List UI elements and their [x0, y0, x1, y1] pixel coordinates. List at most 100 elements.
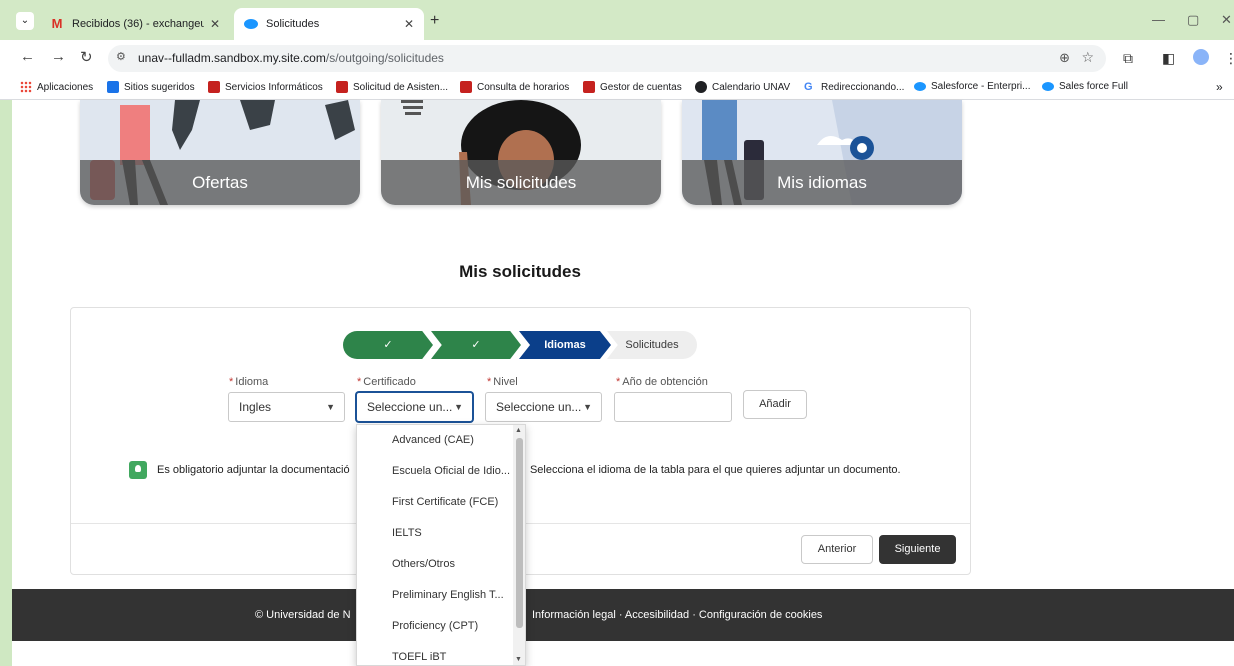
step-solicitudes[interactable]: Solicitudes: [607, 331, 697, 359]
browser-tab-gmail[interactable]: M Recibidos (36) - exchangeunav ✕: [40, 8, 230, 40]
idioma-select[interactable]: Ingles ▼: [228, 392, 345, 422]
bookmark-gestor[interactable]: Gestor de cuentas: [583, 81, 682, 93]
bookmark-label: Calendario UNAV: [712, 81, 791, 93]
card-mis-idiomas[interactable]: Mis idiomas: [682, 100, 962, 205]
bookmarks-bar: Aplicaciones Sitios sugeridos Servicios …: [0, 76, 1234, 100]
label-text: Certificado: [363, 376, 416, 388]
maximize-icon[interactable]: ▢: [1187, 12, 1199, 28]
zoom-icon[interactable]: ⊕: [1059, 50, 1070, 66]
anio-label: * Año de obtención: [616, 376, 708, 388]
dropdown-option[interactable]: Preliminary English T...: [357, 580, 513, 611]
minimize-icon[interactable]: —: [1152, 12, 1165, 27]
side-panel-icon[interactable]: ◧: [1162, 50, 1175, 67]
dropdown-option[interactable]: Escuela Oficial de Idio...: [357, 456, 513, 487]
bookmark-label: Solicitud de Asisten...: [353, 81, 449, 93]
idioma-label: * Idioma: [229, 376, 269, 388]
tab-search-dropdown-icon[interactable]: ⌄: [16, 12, 34, 30]
salesforce-icon: [914, 82, 926, 91]
browser-tab-solicitudes[interactable]: Solicitudes ✕: [234, 8, 424, 40]
profile-avatar[interactable]: [1193, 49, 1209, 65]
card-ofertas[interactable]: Ofertas: [80, 100, 360, 205]
bookmark-servicios[interactable]: Servicios Informáticos: [208, 81, 323, 93]
bookmark-label: Gestor de cuentas: [600, 81, 682, 93]
github-icon: [695, 81, 707, 93]
back-icon[interactable]: ←: [20, 48, 35, 65]
select-placeholder: Seleccione un...: [496, 400, 582, 414]
bookmark-calendario[interactable]: Calendario UNAV: [695, 81, 790, 93]
certificado-label: * Certificado: [357, 376, 416, 388]
office-icon: [583, 81, 595, 93]
new-tab-icon[interactable]: +: [430, 12, 439, 30]
dropdown-option[interactable]: Advanced (CAE): [357, 425, 513, 456]
chevron-down-icon: ▼: [326, 402, 335, 412]
dropdown-option[interactable]: IELTS: [357, 518, 513, 549]
address-bar[interactable]: ⚙ unav--fulladm.sandbox.my.site.com/s/ou…: [108, 45, 1106, 72]
nivel-label: * Nivel: [487, 376, 518, 388]
bookmark-label: Aplicaciones: [37, 81, 94, 93]
bookmark-sitios[interactable]: Sitios sugeridos: [107, 81, 195, 93]
bookmark-horarios[interactable]: Consulta de horarios: [460, 81, 569, 93]
anio-input[interactable]: [614, 392, 732, 422]
bookmark-salesforce-full[interactable]: Sales force Full: [1042, 81, 1128, 92]
step-2-complete[interactable]: ✓: [431, 331, 521, 359]
salesforce-icon: [244, 19, 258, 29]
bookmark-label: Servicios Informáticos: [225, 81, 323, 93]
notice-text-right: na. Selecciona el idioma de la tabla par…: [511, 464, 901, 476]
page-title: Mis solicitudes: [459, 262, 581, 281]
add-button[interactable]: Añadir: [743, 390, 807, 419]
select-placeholder: Seleccione un...: [367, 400, 453, 414]
lightbulb-icon: [129, 461, 147, 479]
extensions-icon[interactable]: ⧉: [1123, 50, 1133, 67]
dropdown-option[interactable]: Proficiency (CPT): [357, 611, 513, 642]
certificado-select[interactable]: Seleccione un... ▼: [356, 392, 473, 422]
next-button[interactable]: Siguiente: [879, 535, 956, 564]
label-text: Idioma: [235, 376, 269, 388]
select-value: Ingles: [239, 400, 272, 414]
nivel-select[interactable]: Seleccione un... ▼: [485, 392, 602, 422]
more-bookmarks-icon[interactable]: »: [1216, 80, 1223, 94]
forward-icon[interactable]: →: [51, 48, 66, 65]
reload-icon[interactable]: ↻: [80, 48, 93, 66]
previous-button[interactable]: Anterior: [801, 535, 873, 564]
browser-tab-bar: ⌄ M Recibidos (36) - exchangeunav ✕ Soli…: [0, 0, 1234, 40]
footer-links[interactable]: Información legal · Accesibilidad · Conf…: [532, 609, 822, 621]
close-tab-icon[interactable]: ✕: [210, 17, 220, 31]
office-icon: [336, 81, 348, 93]
label-text: Año de obtención: [622, 376, 708, 388]
menu-icon[interactable]: ⋮: [1224, 50, 1234, 67]
bookmark-redireccionando[interactable]: G Redireccionando...: [804, 81, 904, 93]
card-mis-solicitudes[interactable]: Mis solicitudes: [381, 100, 661, 205]
office-icon: [208, 81, 220, 93]
dropdown-option[interactable]: First Certificate (FCE): [357, 487, 513, 518]
close-tab-icon[interactable]: ✕: [404, 17, 414, 31]
card-label: Ofertas: [80, 160, 360, 205]
dropdown-option[interactable]: TOEFL iBT: [357, 642, 513, 665]
chevron-down-icon: ▼: [454, 402, 463, 412]
bookmark-apps[interactable]: Aplicaciones: [20, 81, 93, 93]
url-path: /s/outgoing/solicitudes: [325, 51, 444, 65]
site-settings-icon[interactable]: ⚙: [116, 50, 134, 67]
scrollbar-thumb[interactable]: [516, 438, 523, 628]
gmail-icon: M: [51, 16, 63, 31]
footer-copyright: © Universidad de N: [255, 609, 351, 621]
card-label: Mis solicitudes: [381, 160, 661, 205]
step-1-complete[interactable]: ✓: [343, 331, 433, 359]
apps-grid-icon: [20, 81, 32, 93]
bookmark-label: Sitios sugeridos: [124, 81, 195, 93]
bookmark-solicitud[interactable]: Solicitud de Asisten...: [336, 81, 448, 93]
bookmark-salesforce[interactable]: Salesforce - Enterpri...: [914, 81, 1030, 92]
close-window-icon[interactable]: ✕: [1221, 12, 1232, 28]
dropdown-scrollbar[interactable]: ▲ ▼: [513, 425, 525, 665]
bing-icon: [107, 81, 119, 93]
label-text: Nivel: [493, 376, 518, 388]
scroll-up-icon[interactable]: ▲: [515, 427, 522, 434]
chevron-down-icon: ▼: [583, 402, 592, 412]
address-url: unav--fulladm.sandbox.my.site.com/s/outg…: [138, 51, 444, 65]
dropdown-option[interactable]: Others/Otros: [357, 549, 513, 580]
scroll-down-icon[interactable]: ▼: [515, 656, 522, 663]
notice-text: Es obligatorio adjuntar la documentació n…: [157, 464, 901, 476]
progress-path: ✓ ✓ Idiomas Solicitudes: [343, 331, 699, 359]
bookmark-star-icon[interactable]: ☆: [1081, 49, 1094, 66]
tab-title: Solicitudes: [266, 18, 320, 30]
step-idiomas-current[interactable]: Idiomas: [519, 331, 611, 359]
